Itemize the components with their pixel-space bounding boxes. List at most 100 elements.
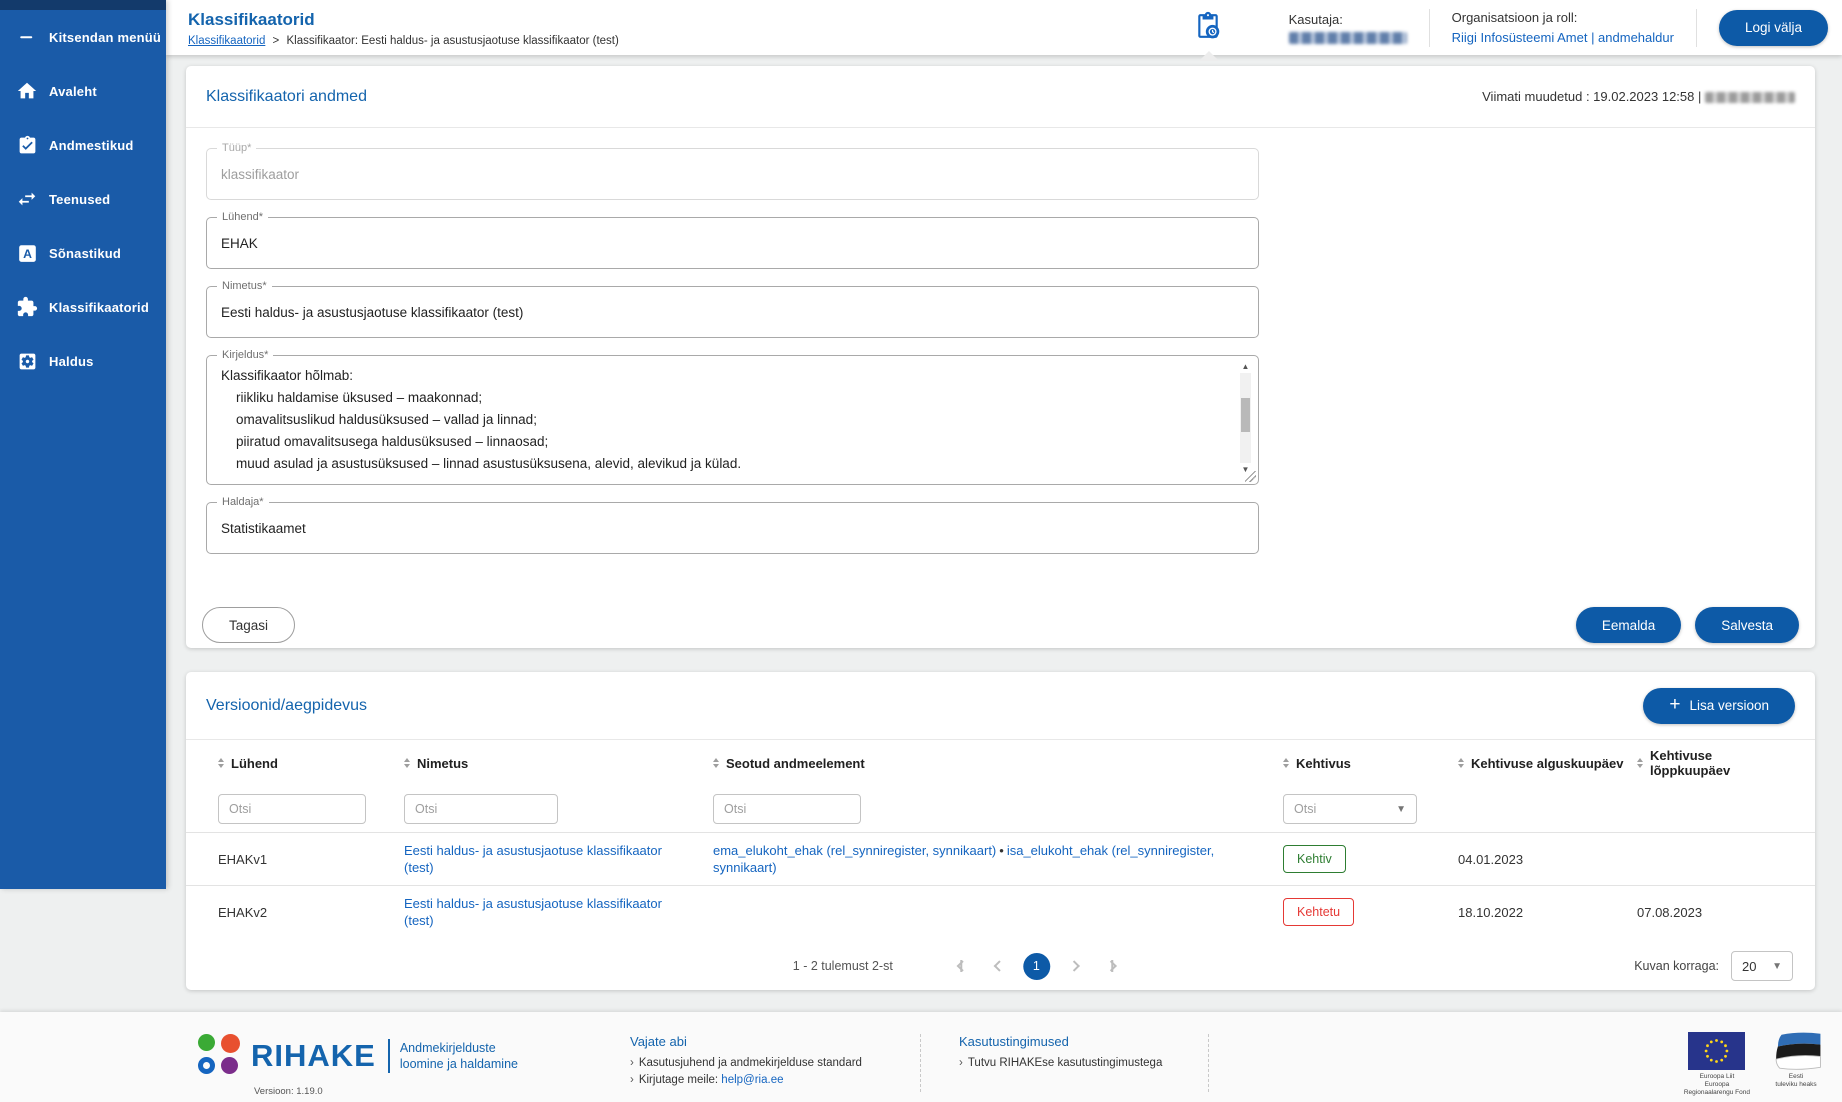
filter-cell: Otsi ▼ — [1283, 794, 1458, 824]
ee-caption: Eesti tuleviku heaks — [1775, 1073, 1816, 1089]
scrollbar-thumb[interactable] — [1241, 398, 1250, 432]
clipboard-check-icon — [15, 133, 39, 157]
column-header-seotud-andmeelement[interactable]: Seotud andmeelement — [713, 756, 1283, 771]
kirjeldus-label: Kirjeldus* — [217, 349, 273, 361]
breadcrumb-current: Klassifikaator: Eesti haldus- ja asustus… — [286, 35, 618, 47]
sidebar-top-strip — [0, 0, 166, 10]
last-modified-text: Viimati muudetud : 19.02.2023 12:58 | — [1482, 89, 1701, 104]
lyhend-input[interactable] — [207, 218, 1258, 268]
back-button[interactable]: Tagasi — [202, 607, 295, 643]
chevron-down-icon: ▼ — [1772, 961, 1782, 972]
filter-seotud-input[interactable] — [713, 794, 861, 824]
cell-seotud-andmeelement: ema_elukoht_ehak (rel_synniregister, syn… — [713, 842, 1283, 876]
column-header-lyhend[interactable]: Lühend — [218, 756, 404, 771]
column-header-nimetus[interactable]: Nimetus — [404, 756, 713, 771]
scrollbar-track[interactable] — [1240, 373, 1251, 463]
column-header-kehtivus[interactable]: Kehtivus — [1283, 756, 1458, 771]
field-nimetus: Nimetus* — [206, 286, 1259, 338]
header-divider — [1696, 9, 1697, 47]
eu-flag-icon — [1688, 1032, 1745, 1070]
terms-title: Kasutustingimused — [959, 1034, 1208, 1049]
scroll-up-icon[interactable]: ▲ — [1242, 362, 1250, 371]
rihake-logo-block: RIHAKE Andmekirjeldusteloomine ja haldam… — [198, 1034, 518, 1097]
sidebar-item-teenused[interactable]: Teenused — [0, 172, 166, 226]
gear-icon — [15, 349, 39, 373]
filter-cell — [218, 794, 404, 824]
footer-terms-section: Kasutustingimused ›Tutvu RIHAKEse kasutu… — [920, 1034, 1208, 1092]
link-separator: • — [999, 843, 1004, 858]
haldaja-input[interactable] — [207, 503, 1258, 553]
last-page-button[interactable] — [1092, 953, 1128, 979]
terms-link[interactable]: ›Tutvu RIHAKEse kasutustingimustega — [959, 1057, 1208, 1069]
help-title: Vajate abi — [630, 1034, 920, 1049]
eesti-tuleviku-heaks-logo: Eesti tuleviku heaks — [1768, 1032, 1824, 1097]
textarea-scrollbar[interactable]: ▲ ▼ — [1239, 362, 1252, 474]
version-name-link[interactable]: Eesti haldus- ja asustusjaotuse klassifi… — [404, 843, 662, 875]
column-header-loppkuupaev[interactable]: Kehtivuse lõppkuupäev — [1637, 748, 1795, 778]
nimetus-input[interactable] — [207, 287, 1258, 337]
cell-lyhend: EHAKv1 — [218, 852, 404, 867]
breadcrumb-link-klassifikaatorid[interactable]: Klassifikaatorid — [188, 35, 265, 47]
current-page-button[interactable]: 1 — [1023, 953, 1050, 980]
notifications-button[interactable] — [1195, 11, 1225, 45]
kirjeldus-textarea[interactable]: Klassifikaator hõlmab: riikliku haldamis… — [207, 356, 1258, 484]
sort-icon — [1458, 758, 1464, 768]
filter-nimetus-input[interactable] — [404, 794, 558, 824]
pagination-row: 1 - 2 tulemust 2-st 1 Kuvan korraga: 20 … — [186, 938, 1815, 994]
page: Kitsendan menüü Avaleht Andmestikud Teen… — [0, 0, 1842, 1102]
letter-a-icon: A — [15, 241, 39, 265]
table-row[interactable]: EHAKv2 Eesti haldus- ja asustusjaotuse k… — [186, 885, 1815, 938]
tyyp-label: Tüüp* — [217, 142, 256, 154]
sidebar-item-label: Haldus — [49, 354, 94, 369]
email-link[interactable]: help@ria.ee — [721, 1074, 783, 1086]
top-header: Klassifikaatorid Klassifikaatorid > Klas… — [166, 0, 1842, 55]
sort-icon — [218, 758, 224, 768]
sidebar-item-haldus[interactable]: Haldus — [0, 334, 166, 388]
logo-divider — [388, 1039, 390, 1073]
eu-regional-fund-logo: Euroopa Liit Euroopa Regionaalarengu Fon… — [1684, 1032, 1750, 1097]
data-element-link[interactable]: ema_elukoht_ehak (rel_synniregister, syn… — [713, 843, 996, 858]
cell-alguskuupaev: 04.01.2023 — [1458, 852, 1637, 867]
versions-card-title: Versioonid/aegpidevus — [206, 697, 367, 715]
sidebar-item-collapse-menu[interactable]: Kitsendan menüü — [0, 10, 166, 64]
sidebar-item-avaleht[interactable]: Avaleht — [0, 64, 166, 118]
help-link-email[interactable]: ›Kirjutage meile: help@ria.ee — [630, 1074, 920, 1086]
footer-logos: Euroopa Liit Euroopa Regionaalarengu Fon… — [1684, 1032, 1824, 1097]
sidebar-item-sonastikud[interactable]: A Sõnastikud — [0, 226, 166, 280]
organisation-info: Organisatsioon ja roll: Riigi Infosüstee… — [1430, 10, 1696, 45]
chevron-right-icon: › — [630, 1074, 634, 1086]
per-page-value: 20 — [1742, 959, 1756, 974]
logout-button[interactable]: Logi välja — [1719, 10, 1828, 46]
column-header-alguskuupaev[interactable]: Kehtivuse alguskuupäev — [1458, 756, 1637, 771]
organisation-role-link[interactable]: Riigi Infosüsteemi Amet | andmehaldur — [1452, 30, 1674, 45]
collapse-menu-icon — [15, 25, 39, 49]
filter-kehtivus-select[interactable]: Otsi ▼ — [1283, 794, 1417, 824]
breadcrumb: Klassifikaatorid > Klassifikaator: Eesti… — [188, 35, 619, 47]
select-placeholder: Otsi — [1294, 802, 1316, 816]
first-page-button[interactable] — [945, 953, 981, 979]
add-version-button[interactable]: + Lisa versioon — [1643, 688, 1795, 724]
version-name-link[interactable]: Eesti haldus- ja asustusjaotuse klassifi… — [404, 896, 662, 928]
filter-lyhend-input[interactable] — [218, 794, 366, 824]
user-name-redacted — [1289, 32, 1407, 44]
cell-alguskuupaev: 18.10.2022 — [1458, 905, 1637, 920]
sidebar-item-andmestikud[interactable]: Andmestikud — [0, 118, 166, 172]
prev-page-button[interactable] — [981, 953, 1017, 979]
table-row[interactable]: EHAKv1 Eesti haldus- ja asustusjaotuse k… — [186, 832, 1815, 885]
sidebar-item-label: Kitsendan menüü — [49, 30, 161, 45]
field-tyyp: Tüüp* — [206, 148, 1259, 200]
help-link-manual[interactable]: ›Kasutusjuhend ja andmekirjelduse standa… — [630, 1057, 920, 1069]
tyyp-input[interactable] — [207, 149, 1258, 199]
cell-lyhend: EHAKv2 — [218, 905, 404, 920]
remove-button[interactable]: Eemalda — [1576, 607, 1681, 643]
resize-handle[interactable] — [1245, 471, 1256, 482]
field-kirjeldus: Kirjeldus* Klassifikaator hõlmab: riikli… — [206, 355, 1259, 485]
per-page-select[interactable]: 20 ▼ — [1731, 951, 1793, 981]
results-summary: 1 - 2 tulemust 2-st — [793, 959, 893, 973]
next-page-button[interactable] — [1056, 953, 1092, 979]
save-button[interactable]: Salvesta — [1695, 607, 1799, 643]
sidebar-item-klassifikaatorid[interactable]: Klassifikaatorid — [0, 280, 166, 334]
rihake-tagline: Andmekirjeldusteloomine ja haldamine — [400, 1040, 518, 1072]
footer: RIHAKE Andmekirjeldusteloomine ja haldam… — [0, 1012, 1842, 1102]
chevron-down-icon: ▼ — [1396, 804, 1406, 815]
